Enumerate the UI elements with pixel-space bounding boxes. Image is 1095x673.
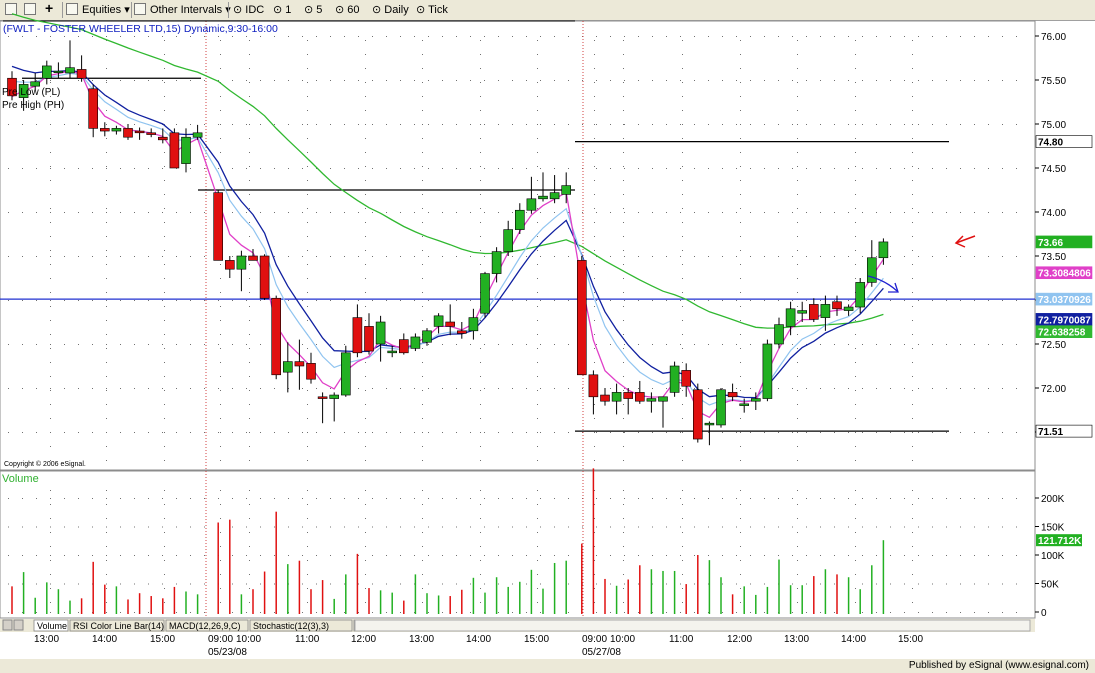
candle <box>480 271 490 318</box>
price-marker-label: 73.0370926 <box>1038 295 1091 306</box>
price-tick-label: 74.50 <box>1041 164 1066 175</box>
volume-tick-label: 200K <box>1041 494 1065 505</box>
indicator-tab[interactable]: MACD(12,26,9,C) <box>165 619 249 632</box>
price-tick-label: 75.50 <box>1041 76 1066 87</box>
time-tick-label: 13:00 <box>34 634 59 645</box>
date-label: 05/23/08 <box>208 647 247 658</box>
candle <box>340 345 351 397</box>
footer: Published by eSignal (www.esignal.com) <box>0 659 1095 673</box>
price-marker-label: 73.66 <box>1038 238 1063 249</box>
time-tick-label: 10:00 <box>236 634 261 645</box>
time-tick-label: 11:00 <box>295 634 320 645</box>
volume-tick-label: 100K <box>1041 551 1065 562</box>
candle <box>762 339 773 402</box>
price-tick-label: 76.00 <box>1041 32 1066 43</box>
price-marker-label: 72.638258 <box>1038 328 1086 339</box>
price-chart: 76.0075.5075.0074.5074.0073.5073.0072.50… <box>0 13 1095 658</box>
time-tick-label: 15:00 <box>150 634 175 645</box>
volume-marker-label: 121.712K <box>1038 536 1082 547</box>
time-tick-label: 11:00 <box>669 634 694 645</box>
indicator-tab[interactable]: RSI Color Line Bar(14) <box>69 619 165 632</box>
price-marker-label: 71.51 <box>1038 427 1063 438</box>
price-tick-label: 74.00 <box>1041 208 1066 219</box>
tab-scroll-left-icon[interactable] <box>2 619 13 631</box>
time-tick-label: 14:00 <box>841 634 866 645</box>
time-tick-label: 09:00 <box>208 634 233 645</box>
indicator-tab[interactable]: Volume <box>33 619 69 632</box>
volume-tick-label: 150K <box>1041 523 1065 534</box>
price-marker: 73.0370926 <box>1035 292 1093 306</box>
price-marker: 72.638258 <box>1035 325 1093 339</box>
volume-tick-label: 0 <box>1041 608 1047 619</box>
time-tick-label: 14:00 <box>466 634 491 645</box>
published-by: Published by eSignal (www.esignal.com) <box>908 660 1089 671</box>
time-tick-label: 13:00 <box>409 634 434 645</box>
price-marker: 73.3084806 <box>1035 266 1093 280</box>
tab-scroll-right-icon[interactable] <box>13 619 24 631</box>
candle <box>716 388 726 428</box>
candle <box>259 254 270 300</box>
price-marker-label: 72.7970087 <box>1038 315 1091 326</box>
candle <box>576 256 587 376</box>
horizontal-scrollbar[interactable] <box>354 619 1031 632</box>
price-tick-label: 72.00 <box>1041 384 1066 395</box>
price-marker: 71.51 <box>1035 424 1093 438</box>
indicator-tab[interactable]: Stochastic(12(3),3) <box>249 619 353 632</box>
time-tick-label: 15:00 <box>524 634 549 645</box>
price-marker: 73.66 <box>1035 235 1093 249</box>
volume-tick-label: 50K <box>1041 580 1059 591</box>
price-tick-label: 75.00 <box>1041 120 1066 131</box>
candle <box>169 128 180 169</box>
price-marker-label: 73.3084806 <box>1038 269 1091 280</box>
price-tick-label: 72.50 <box>1041 340 1066 351</box>
time-tick-label: 14:00 <box>92 634 117 645</box>
volume-panel <box>0 470 1036 619</box>
candle <box>692 383 703 443</box>
time-tick-label: 09:00 <box>582 634 607 645</box>
pre-high-label: Pre High (PH) <box>2 100 64 111</box>
price-marker: 74.80 <box>1035 135 1093 149</box>
time-tick-label: 13:00 <box>784 634 809 645</box>
time-tick-label: 10:00 <box>610 634 635 645</box>
indicator-tab-label: RSI Color Line Bar(14) <box>73 621 164 631</box>
date-label: 05/27/08 <box>582 647 621 658</box>
time-axis: 13:00 14:00 15:00 09:00 10:00 11:00 12:00 13:00… <box>34 634 923 658</box>
candle <box>669 361 680 397</box>
price-marker-label: 74.80 <box>1038 138 1063 149</box>
indicator-tabs: Volume RSI Color Line Bar(14) MACD(12,26,9… <box>2 619 1031 632</box>
candle <box>213 190 223 261</box>
time-tick-label: 15:00 <box>898 634 923 645</box>
price-marker: 72.7970087 <box>1035 313 1093 326</box>
time-tick-label: 12:00 <box>351 634 376 645</box>
indicator-tab-label: Stochastic(12(3),3) <box>253 621 329 631</box>
copyright-text: Copyright © 2006 eSignal. <box>4 460 86 468</box>
time-tick-label: 12:00 <box>727 634 752 645</box>
indicator-tab-label: MACD(12,26,9,C) <box>169 621 241 631</box>
candle <box>271 295 282 380</box>
volume-title: Volume <box>2 473 39 485</box>
pre-low-label: Pre Low (PL) <box>2 87 60 98</box>
indicator-tab-label: Volume <box>37 621 67 631</box>
chart-title: (FWLT - FOSTER WHEELER LTD,15) Dynamic,9… <box>3 23 278 35</box>
price-tick-label: 73.50 <box>1041 252 1066 263</box>
